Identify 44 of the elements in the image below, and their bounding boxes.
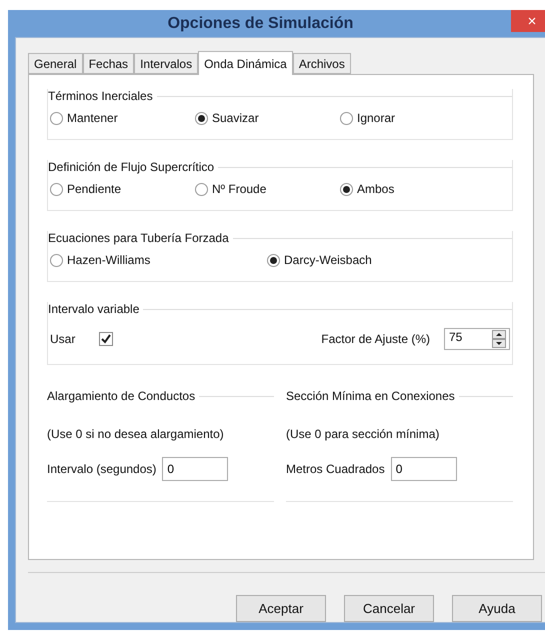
checkbox-label: Usar <box>50 332 76 346</box>
close-button[interactable]: × <box>511 10 545 32</box>
input-field[interactable]: 0 <box>162 457 228 481</box>
radio-button[interactable] <box>267 254 280 266</box>
radio-button[interactable] <box>50 112 63 124</box>
tab[interactable]: General <box>28 53 83 74</box>
group-title: Definición de Flujo Supercrítico <box>48 160 214 174</box>
input-field[interactable]: 0 <box>390 457 457 481</box>
radio-option[interactable]: Pendiente <box>50 182 195 196</box>
group-title: Sección Mínima en Conexiones <box>286 389 455 403</box>
radio-button[interactable] <box>340 182 353 196</box>
tab[interactable]: Intervalos <box>134 53 198 74</box>
radio-option[interactable]: Mantener <box>50 111 195 125</box>
spinner-arrows-icon[interactable] <box>492 330 506 348</box>
tab[interactable]: Archivos <box>292 53 351 74</box>
group-title: Alargamiento de Conductos <box>47 389 196 403</box>
group-title: Términos Inerciales <box>48 89 153 103</box>
radio-button[interactable] <box>195 182 208 196</box>
radio-button[interactable] <box>50 254 63 266</box>
hint-text: (Use 0 si no desea alargamiento) <box>47 427 225 441</box>
radio-option[interactable]: Hazen-Williams <box>50 253 267 267</box>
radio-option[interactable]: Ignorar <box>340 111 512 125</box>
window-title: Opciones de Simulación <box>168 14 354 32</box>
check-icon <box>101 334 112 344</box>
group-title: Intervalo variable <box>48 302 140 316</box>
dialog-button[interactable]: Ayuda <box>452 595 542 622</box>
tab[interactable]: Onda Dinámica <box>198 51 293 75</box>
field-label: Factor de Ajuste (%) <box>321 332 430 346</box>
hint-text: (Use 0 para sección mínima) <box>286 427 440 441</box>
group-title: Ecuaciones para Tubería Forzada <box>48 231 229 245</box>
radio-option[interactable]: Ambos <box>340 182 512 196</box>
radio-button[interactable] <box>195 112 208 124</box>
radio-option[interactable]: Nº Froude <box>195 182 340 196</box>
radio-button[interactable] <box>340 112 353 124</box>
radio-option[interactable]: Suavizar <box>195 111 340 125</box>
tab[interactable]: Fechas <box>82 53 134 74</box>
radio-option[interactable]: Darcy-Weisbach <box>267 253 512 267</box>
spin-field[interactable]: 75 <box>444 328 510 350</box>
radio-button[interactable] <box>50 182 63 196</box>
dialog-button[interactable]: Aceptar <box>236 595 326 622</box>
field-label: Metros Cuadrados <box>286 462 385 476</box>
field-label: Intervalo (segundos) <box>47 462 156 476</box>
checkbox[interactable] <box>99 332 114 346</box>
dialog-button[interactable]: Cancelar <box>344 595 434 622</box>
